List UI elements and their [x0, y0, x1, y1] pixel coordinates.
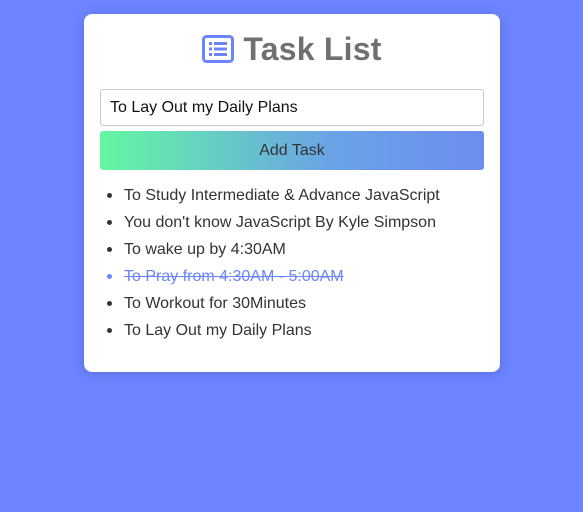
task-item-completed[interactable]: To Pray from 4:30AM - 5:00AM [107, 263, 474, 290]
bullet-icon [107, 220, 112, 225]
task-list: To Study Intermediate & Advance JavaScri… [107, 182, 474, 344]
task-card: Task List Add Task To Study Intermediate… [84, 14, 500, 372]
list-icon [202, 35, 235, 63]
page-header: Task List [84, 31, 500, 67]
bullet-icon [107, 301, 112, 306]
bullet-icon [107, 328, 112, 333]
task-label: To Lay Out my Daily Plans [124, 322, 312, 339]
task-label: To Study Intermediate & Advance JavaScri… [124, 187, 440, 204]
task-input[interactable] [100, 89, 484, 126]
bullet-icon [107, 193, 112, 198]
task-label: To wake up by 4:30AM [124, 241, 286, 258]
task-item[interactable]: To Workout for 30Minutes [107, 290, 474, 317]
add-task-button[interactable]: Add Task [100, 131, 484, 170]
task-item[interactable]: You don't know JavaScript By Kyle Simpso… [107, 209, 474, 236]
task-label: To Pray from 4:30AM - 5:00AM [124, 268, 344, 285]
task-item[interactable]: To wake up by 4:30AM [107, 236, 474, 263]
bullet-icon [107, 274, 112, 279]
task-label: To Workout for 30Minutes [124, 295, 307, 312]
task-item[interactable]: To Lay Out my Daily Plans [107, 317, 474, 344]
bullet-icon [107, 247, 112, 252]
task-label: You don't know JavaScript By Kyle Simpso… [124, 214, 436, 231]
task-item[interactable]: To Study Intermediate & Advance JavaScri… [107, 182, 474, 209]
page-title: Task List [243, 30, 382, 67]
